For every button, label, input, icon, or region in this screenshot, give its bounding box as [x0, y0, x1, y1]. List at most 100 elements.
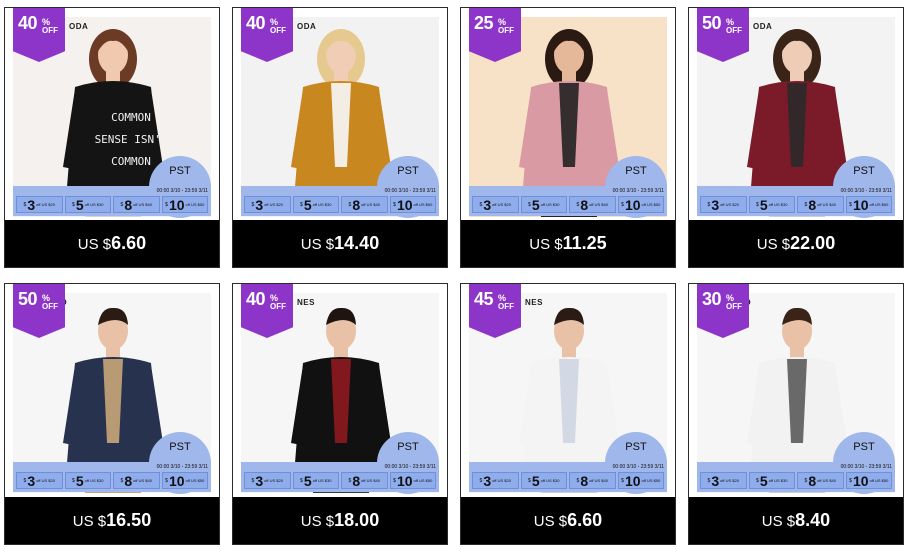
coupon-currency: $ — [300, 201, 303, 208]
coupon: $ 10 off US $50 — [617, 196, 664, 213]
coupon-amount: 10 — [396, 472, 413, 489]
price-bar[interactable]: US $6.60 — [5, 220, 219, 267]
promo-time-range: 00:00 3/10 - 23:59 3/11 — [612, 188, 664, 194]
promo-time-range: 00:00 3/10 - 23:59 3/11 — [840, 188, 892, 194]
coupon-amount: 5 — [759, 196, 768, 213]
coupon-desc: off US $40 — [361, 202, 380, 207]
coupon-currency: $ — [393, 477, 396, 484]
coupon-amount: 3 — [711, 472, 720, 489]
coupon: $ 3 off US $20 — [472, 472, 519, 489]
shirt-print-text: SENSE ISN'T — [95, 133, 168, 146]
coupon: $ 8 off US $40 — [113, 472, 160, 489]
coupon-desc: off US $30 — [768, 202, 788, 207]
coupon-desc: off US $20 — [492, 202, 511, 207]
coupon-amount: 5 — [75, 472, 84, 489]
coupon: $ 10 off US $50 — [389, 472, 436, 489]
product-card[interactable]: ODA 40 % OFF PST 00:00 3/10 - 23:59 3/11… — [232, 7, 448, 268]
brand-logo: NES — [297, 298, 315, 307]
promo-time-range: 00:00 3/10 - 23:59 3/11 — [156, 188, 208, 194]
price-currency: US $ — [529, 236, 563, 253]
price-value: 6.60 — [111, 233, 147, 253]
coupon-amount: 5 — [531, 196, 540, 213]
coupon: $ 8 off US $40 — [797, 472, 844, 489]
coupon: $ 10 off US $50 — [161, 472, 208, 489]
price-value: 18.00 — [334, 510, 380, 530]
coupon-amount: 8 — [808, 472, 817, 489]
discount-percent: 50 — [18, 289, 38, 309]
off-label: OFF — [42, 302, 58, 311]
coupon-currency: $ — [23, 201, 27, 208]
brand-logo: NES — [525, 298, 543, 307]
coupon-row: $ 3 off US $20 $ 5 off US $30 $ 8 off US… — [472, 196, 664, 213]
shirt-print-text: COMMON — [111, 155, 151, 168]
coupon-desc: off US $40 — [133, 478, 152, 483]
coupon-amount: 5 — [303, 196, 312, 213]
price-bar[interactable]: US $14.40 — [233, 220, 447, 267]
off-label: OFF — [498, 302, 514, 311]
coupon-currency: $ — [300, 477, 303, 484]
product-card[interactable]: ED 30 % OFF PST 00:00 3/10 - 23:59 3/11 … — [688, 283, 904, 545]
coupon: $ 3 off US $20 — [16, 472, 63, 489]
price-bar[interactable]: US $6.60 — [461, 497, 675, 544]
off-label: OFF — [498, 26, 514, 35]
coupon: $ 8 off US $40 — [341, 472, 388, 489]
coupon-strip: 00:00 3/10 - 23:59 3/11 $ 3 off US $20 $… — [697, 186, 895, 216]
price-currency: US $ — [72, 513, 107, 530]
price-currency: US $ — [533, 513, 568, 530]
coupon-currency: $ — [72, 477, 75, 484]
coupon-row: $ 3 off US $20 $ 5 off US $30 $ 8 off US… — [700, 196, 892, 213]
coupon-amount: 10 — [852, 472, 869, 489]
coupon-amount: 10 — [396, 196, 413, 213]
coupon-desc: off US $50 — [869, 478, 889, 483]
coupon: $ 3 off US $20 — [700, 196, 747, 213]
coupon-desc: off US $40 — [361, 478, 380, 483]
product-card[interactable]: ODA 50 % OFF PST 00:00 3/10 - 23:59 3/11… — [688, 7, 904, 268]
coupon-currency: $ — [707, 201, 711, 208]
discount-badge: 40 % OFF — [13, 8, 65, 62]
coupon-amount: 3 — [711, 196, 720, 213]
shirt-print-text: COMMON — [111, 111, 151, 124]
brand-logo: ODA — [753, 22, 773, 31]
coupon-currency: $ — [528, 477, 531, 484]
coupon-currency: $ — [348, 201, 352, 208]
price-currency: US $ — [756, 236, 791, 253]
coupon-amount: 8 — [352, 472, 361, 489]
coupon-amount: 3 — [27, 196, 36, 213]
coupon-currency: $ — [576, 201, 580, 208]
off-label: OFF — [270, 302, 286, 311]
discount-badge: 40 % OFF — [241, 284, 293, 338]
coupon-desc: off US $30 — [84, 478, 104, 483]
coupon: $ 3 off US $20 — [244, 472, 291, 489]
discount-percent: 30 — [702, 289, 722, 309]
price-value: 6.60 — [567, 510, 603, 530]
product-card[interactable]: 25 % OFF PST 00:00 3/10 - 23:59 3/11 $ 3… — [460, 7, 676, 268]
price-bar[interactable]: US $8.40 — [689, 497, 903, 544]
discount-percent: 25 — [474, 13, 494, 33]
product-card[interactable]: NES 40 % OFF PST 00:00 3/10 - 23:59 3/11… — [232, 283, 448, 545]
coupon-strip: 00:00 3/10 - 23:59 3/11 $ 3 off US $20 $… — [697, 462, 895, 492]
price-bar[interactable]: US $22.00 — [689, 220, 903, 267]
product-card[interactable]: NES 45 % OFF PST 00:00 3/10 - 23:59 3/11… — [460, 283, 676, 545]
price-bar[interactable]: US $18.00 — [233, 497, 447, 544]
pst-label: PST — [397, 441, 419, 453]
coupon-currency: $ — [528, 201, 531, 208]
price-bar[interactable]: US $11.25 — [461, 220, 675, 267]
price-value: 11.25 — [562, 233, 607, 253]
coupon: $ 8 off US $40 — [113, 196, 160, 213]
coupon: $ 5 off US $30 — [292, 472, 339, 489]
coupon: $ 3 off US $20 — [244, 196, 291, 213]
coupon-amount: 5 — [303, 472, 312, 489]
product-card[interactable]: ED 50 % OFF PST 00:00 3/10 - 23:59 3/11 … — [4, 283, 220, 545]
coupon-currency: $ — [72, 201, 75, 208]
coupon-desc: off US $20 — [720, 478, 739, 483]
coupon-currency: $ — [621, 477, 624, 484]
pst-label: PST — [169, 441, 191, 453]
coupon-desc: off US $40 — [817, 202, 836, 207]
coupon: $ 5 off US $30 — [748, 196, 795, 213]
price-value: 14.40 — [334, 233, 380, 253]
price-bar[interactable]: US $16.50 — [5, 497, 219, 544]
coupon-amount: 3 — [255, 472, 264, 489]
off-label: OFF — [726, 302, 742, 311]
product-card[interactable]: COMMON SENSE ISN'T COMMON ODA 40 % OFF PST… — [4, 7, 220, 268]
off-label: OFF — [726, 26, 742, 35]
